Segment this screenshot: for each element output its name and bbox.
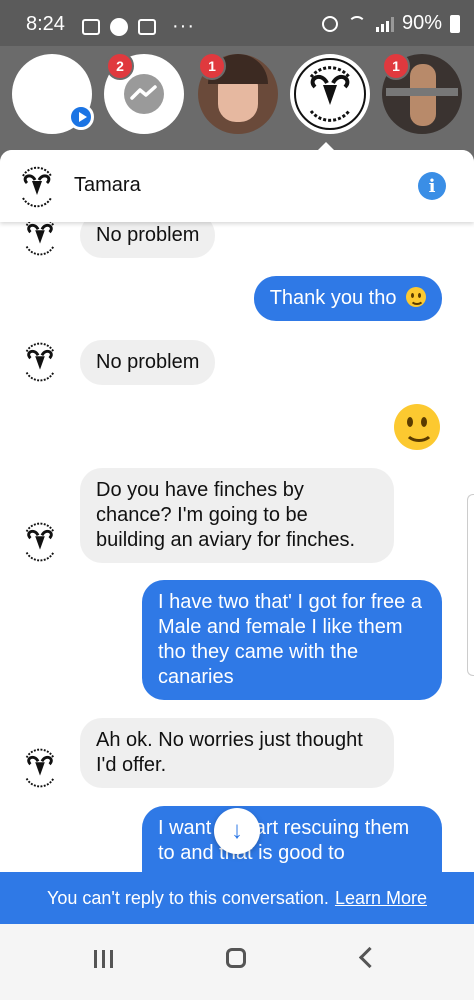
status-time: 8:24 — [26, 13, 65, 35]
status-bar: 8:24 ··· 90% — [0, 0, 474, 46]
message-bubble-incoming[interactable]: No problem — [80, 340, 216, 385]
home-icon[interactable] — [226, 948, 246, 968]
message-bubble-outgoing[interactable]: I have two that' I got for free a Male a… — [142, 580, 442, 700]
message-bubble-outgoing[interactable]: I want to start rescuing them to and tha… — [142, 806, 442, 872]
scrollbar[interactable] — [467, 494, 474, 676]
contact-avatar — [19, 341, 61, 383]
chat-heads-row: 2 1 1 — [0, 46, 474, 156]
chat-head-new[interactable] — [12, 54, 94, 134]
chat-head-messenger[interactable]: 2 — [104, 52, 184, 134]
unread-badge: 1 — [198, 52, 226, 80]
alarm-icon — [321, 15, 338, 32]
message-bubble-incoming[interactable]: Do you have finches by chance? I'm going… — [80, 468, 394, 563]
chat-head-contact-2[interactable]: 1 — [382, 52, 462, 134]
wifi-icon — [346, 15, 368, 32]
message-bubble-incoming[interactable]: Ah ok. No worries just thought I'd offer… — [80, 718, 394, 788]
ram-logo-icon — [294, 58, 366, 130]
play-icon — [68, 104, 94, 130]
conversation-card: Tamara i No problem Thank you tho No pro… — [0, 150, 474, 872]
info-icon[interactable]: i — [418, 172, 446, 200]
contact-avatar — [19, 747, 61, 789]
messenger-icon — [124, 74, 164, 114]
signal-icon — [375, 16, 394, 32]
system-nav-bar — [0, 924, 474, 1000]
gallery-icon — [82, 18, 100, 35]
back-icon[interactable] — [358, 946, 381, 969]
chat-head-tamara[interactable] — [290, 54, 370, 134]
cannot-reply-banner: You can't reply to this conversation. Le… — [0, 872, 474, 924]
scroll-down-icon[interactable]: ↓ — [214, 808, 260, 854]
sim-icon — [138, 18, 156, 35]
battery-icon — [450, 14, 460, 33]
contact-avatar — [19, 521, 61, 563]
more-notifications-icon: ··· — [172, 15, 195, 37]
large-smiley-emoji-icon[interactable] — [394, 404, 440, 450]
message-bubble-outgoing[interactable]: Thank you tho — [253, 276, 442, 321]
conversation-header: Tamara i — [0, 150, 474, 222]
messenger-status-icon — [110, 17, 128, 36]
battery-percent: 90% — [401, 12, 442, 34]
contact-avatar[interactable] — [14, 164, 60, 210]
message-text: Thank you tho — [269, 287, 397, 309]
unread-badge: 2 — [106, 52, 134, 80]
learn-more-link[interactable]: Learn More — [335, 888, 427, 909]
banner-text: You can't reply to this conversation. — [47, 887, 329, 908]
chat-head-contact[interactable]: 1 — [198, 52, 278, 134]
contact-name[interactable]: Tamara — [74, 174, 141, 197]
notification-icons: ··· — [82, 15, 195, 38]
recent-apps-icon[interactable] — [94, 950, 113, 968]
unread-badge: 1 — [382, 52, 410, 80]
smiley-emoji-icon — [406, 287, 426, 307]
